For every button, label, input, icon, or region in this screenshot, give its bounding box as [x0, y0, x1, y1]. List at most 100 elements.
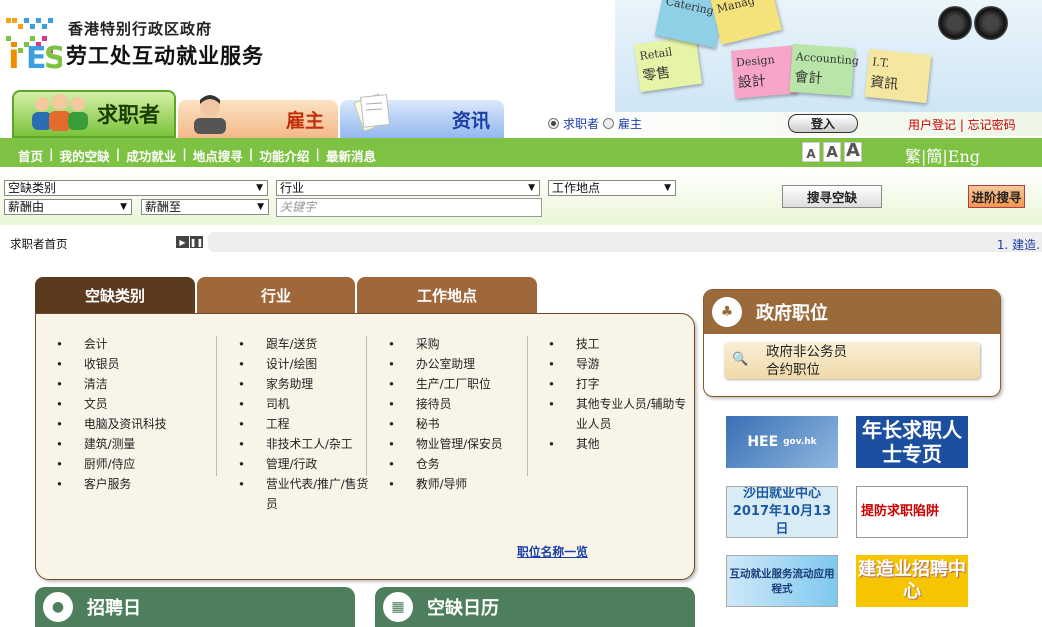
- list-item[interactable]: 采购: [388, 334, 528, 354]
- list-item[interactable]: 办公室助理: [388, 354, 528, 374]
- category-column: 采购 办公室助理 生产/工厂职位 接待员 秘书 物业管理/保安员 仓务 教师/导…: [388, 334, 528, 494]
- non-civil-service-link[interactable]: 🔍 政府非公务员 合约职位: [724, 342, 980, 379]
- mobile-app-banner[interactable]: 互动就业服务流动应用程式: [726, 555, 838, 607]
- job-fair-panel[interactable]: ● 招聘日: [35, 587, 355, 627]
- register-forgot-links[interactable]: 用户登记 | 忘记密码: [908, 116, 1016, 133]
- list-item[interactable]: 生产/工厂职位: [388, 374, 528, 394]
- tab-job-seeker-label: 求职者: [97, 103, 160, 127]
- font-size-small[interactable]: A: [802, 142, 820, 162]
- header-banner: Retail 零售 Design 設計 Accounting 會計 I.T. 資訊 Ca…: [615, 0, 1042, 112]
- tab-job-seeker[interactable]: 求职者: [12, 90, 176, 138]
- language-switch[interactable]: 繁|簡|Eng: [905, 143, 980, 167]
- industry-select[interactable]: 行业: [276, 180, 540, 196]
- list-item[interactable]: 设计/绘图: [238, 354, 378, 374]
- job-fair-title: 招聘日: [87, 598, 141, 619]
- list-item[interactable]: 文员: [56, 394, 216, 414]
- construction-recruitment-banner[interactable]: 建造业招聘中心: [856, 555, 968, 607]
- tab-employer[interactable]: 雇主: [178, 95, 338, 138]
- tab-work-location[interactable]: 工作地点: [357, 277, 537, 314]
- list-item[interactable]: 非技术工人/杂工: [238, 434, 378, 454]
- shatin-job-centre-banner[interactable]: 沙田就业中心 2017年10月13日: [726, 486, 838, 538]
- advanced-search-button[interactable]: 进阶搜寻: [968, 185, 1025, 208]
- vacancy-calendar-panel[interactable]: ▦ 空缺日历: [375, 587, 695, 627]
- job-trap-banner[interactable]: 提防求职陷阱: [856, 486, 968, 538]
- list-item[interactable]: 电脑及资讯科技: [56, 414, 216, 434]
- people-icon: ●: [43, 592, 73, 622]
- job-title-list-link[interactable]: 职位名称一览: [517, 543, 588, 560]
- documents-icon: [353, 93, 391, 132]
- svg-text:i: i: [8, 37, 20, 70]
- labour-dept-logo[interactable]: i E S: [4, 12, 66, 77]
- nav-features[interactable]: 功能介绍: [259, 146, 309, 165]
- login-button[interactable]: 登入: [788, 114, 858, 133]
- list-item[interactable]: 收银员: [56, 354, 216, 374]
- non-civil-service-label: 政府非公务员 合约职位: [766, 344, 847, 378]
- tab-vacancy-type[interactable]: 空缺类别: [35, 277, 195, 314]
- tab-info[interactable]: 资讯: [340, 93, 504, 138]
- category-list-panel: 会计 收银员 清洁 文员 电脑及资讯科技 建筑/测量 厨师/侍应 客户服务 跟车…: [35, 313, 695, 580]
- list-item[interactable]: 司机: [238, 394, 378, 414]
- banner-note: Design 設計: [731, 45, 797, 99]
- tab-industry[interactable]: 行业: [197, 277, 355, 314]
- page: i E S 香港特别行政区政府 劳工处互动就业服务 Retail 零售 Desig…: [0, 0, 1042, 627]
- font-size-medium[interactable]: A: [823, 142, 841, 162]
- salary-from-select[interactable]: 薪酬由: [4, 199, 132, 215]
- elderly-jobseekers-banner[interactable]: 年长求职人士专页: [856, 416, 968, 468]
- list-item[interactable]: 清洁: [56, 374, 216, 394]
- list-item[interactable]: 厨师/侍应: [56, 454, 216, 474]
- list-item[interactable]: 管理/行政: [238, 454, 378, 474]
- list-item[interactable]: 家务助理: [238, 374, 378, 394]
- column-divider: [366, 336, 367, 476]
- list-item[interactable]: 营业代表/推广/售货员: [238, 474, 378, 514]
- people-icon: [32, 94, 88, 131]
- list-item[interactable]: 客户服务: [56, 474, 216, 494]
- salary-to-select[interactable]: 薪酬至: [141, 199, 269, 215]
- banner-note: Retail 零售: [633, 35, 703, 93]
- font-size-large[interactable]: A: [844, 140, 862, 162]
- list-item[interactable]: 会计: [56, 334, 216, 354]
- play-icon[interactable]: ▶: [176, 236, 189, 248]
- nav-latest-news[interactable]: 最新消息: [326, 146, 376, 165]
- column-divider: [527, 336, 528, 476]
- location-select[interactable]: 工作地点: [548, 180, 676, 196]
- nav-home[interactable]: 首页: [18, 146, 43, 165]
- calendar-icon: ▦: [383, 592, 413, 622]
- nav-success-stories[interactable]: 成功就业: [126, 146, 176, 165]
- list-item[interactable]: 建筑/测量: [56, 434, 216, 454]
- search-vacancies-button[interactable]: 搜寻空缺: [782, 185, 882, 208]
- hee-banner[interactable]: HEE gov.hk: [726, 416, 838, 468]
- list-item[interactable]: 秘书: [388, 414, 528, 434]
- list-item[interactable]: 跟车/送货: [238, 334, 378, 354]
- list-item[interactable]: 工程: [238, 414, 378, 434]
- vacancy-calendar-title: 空缺日历: [427, 598, 499, 619]
- list-item[interactable]: 导游: [548, 354, 688, 374]
- list-item[interactable]: 仓务: [388, 454, 528, 474]
- breadcrumb: 求职者首页: [10, 237, 68, 251]
- ticker-text[interactable]: 1. 建造.: [997, 236, 1040, 253]
- category-column: 技工 导游 打字 其他专业人员/辅助专业人员 其他: [548, 334, 688, 454]
- ticker-controls: ▶ ❚❚: [176, 236, 203, 248]
- radio-employer-label[interactable]: 雇主: [618, 115, 642, 132]
- nav-my-vacancies[interactable]: 我的空缺: [60, 146, 110, 165]
- radio-job-seeker[interactable]: [548, 118, 559, 129]
- banner-note: I.T. 資訊: [864, 48, 932, 104]
- org-name-line2: 劳工处互动就业服务: [66, 44, 264, 68]
- vacancy-type-select[interactable]: 空缺类别: [4, 180, 268, 196]
- radio-employer[interactable]: [603, 118, 615, 129]
- government-jobs-title: 政府职位: [756, 303, 828, 324]
- category-column: 会计 收银员 清洁 文员 电脑及资讯科技 建筑/测量 厨师/侍应 客户服务: [56, 334, 216, 494]
- pause-icon[interactable]: ❚❚: [190, 236, 203, 248]
- list-item[interactable]: 接待员: [388, 394, 528, 414]
- breadcrumb-row: 求职者首页 ▶ ❚❚ 1. 建造.: [0, 230, 1042, 254]
- list-item[interactable]: 物业管理/保安员: [388, 434, 528, 454]
- nav-location-search[interactable]: 地点搜寻: [193, 146, 243, 165]
- keyword-input[interactable]: 关键字: [276, 198, 542, 217]
- list-item[interactable]: 其他: [548, 434, 688, 454]
- list-item[interactable]: 技工: [548, 334, 688, 354]
- list-item[interactable]: 教师/导师: [388, 474, 528, 494]
- search-icon: 🔍: [732, 352, 749, 367]
- radio-job-seeker-label[interactable]: 求职者: [563, 115, 599, 132]
- org-name-line1: 香港特别行政区政府: [68, 20, 213, 38]
- list-item[interactable]: 其他专业人员/辅助专业人员: [548, 394, 688, 434]
- list-item[interactable]: 打字: [548, 374, 688, 394]
